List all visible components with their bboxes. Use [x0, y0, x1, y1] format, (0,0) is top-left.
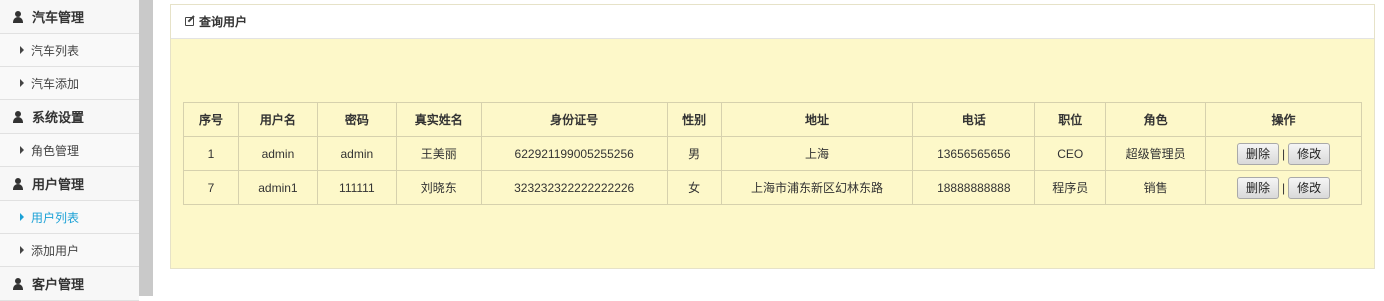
cell-username: admin	[237, 136, 318, 171]
sidebar-section-user-management[interactable]: 用户管理	[0, 167, 139, 201]
table-row: 7 admin1 111111 刘晓东 323232322222222226 女…	[183, 170, 1362, 205]
cell-role: 销售	[1105, 170, 1207, 205]
users-table: 序号 用户名 密码 真实姓名 身份证号 性别 地址 电话 职位 角色 操作 1 …	[183, 102, 1362, 205]
cell-password: admin	[316, 136, 397, 171]
cell-password: 111111	[316, 170, 397, 205]
action-separator: |	[1281, 180, 1286, 195]
cell-actions: 删除 | 修改	[1205, 136, 1362, 171]
cell-real-name: 王美丽	[395, 136, 482, 171]
user-icon	[12, 10, 24, 23]
sidebar: 汽车管理 汽车列表 汽车添加 系统设置 角色管理 用户管理 用户列表 添加用户 …	[0, 0, 139, 301]
column-header: 身份证号	[480, 102, 668, 137]
caret-right-icon	[20, 146, 24, 154]
sidebar-item-add-user[interactable]: 添加用户	[0, 234, 139, 267]
column-header: 性别	[666, 102, 722, 137]
sidebar-item-role-management[interactable]: 角色管理	[0, 134, 139, 167]
sidebar-section-label: 系统设置	[32, 110, 85, 125]
cell-username: admin1	[237, 170, 318, 205]
column-header: 密码	[316, 102, 397, 137]
sidebar-section-system-settings[interactable]: 系统设置	[0, 100, 139, 134]
column-header: 地址	[720, 102, 914, 137]
sidebar-item-label: 汽车添加	[31, 76, 80, 91]
panel-header: 查询用户	[171, 5, 1374, 39]
column-header: 真实姓名	[395, 102, 482, 137]
cell-id-number: 622921199005255256	[480, 136, 668, 171]
cell-id: 7	[183, 170, 239, 205]
edit-button[interactable]: 修改	[1288, 142, 1331, 165]
sidebar-section-label: 汽车管理	[32, 10, 85, 25]
cell-id: 1	[183, 136, 239, 171]
cell-actions: 删除 | 修改	[1205, 170, 1362, 205]
column-header: 电话	[912, 102, 1036, 137]
caret-right-icon	[20, 213, 24, 221]
column-header: 操作	[1205, 102, 1362, 137]
column-header: 序号	[183, 102, 239, 137]
cell-position: CEO	[1034, 136, 1107, 171]
cell-phone: 18888888888	[912, 170, 1036, 205]
edit-button[interactable]: 修改	[1288, 176, 1331, 199]
sidebar-section-label: 客户管理	[32, 277, 85, 292]
sidebar-item-label: 汽车列表	[31, 43, 80, 58]
sidebar-scrollbar[interactable]	[139, 0, 153, 296]
cell-position: 程序员	[1034, 170, 1107, 205]
delete-button[interactable]: 删除	[1236, 142, 1279, 165]
column-header: 职位	[1034, 102, 1107, 137]
caret-right-icon	[20, 46, 24, 54]
sidebar-item-label: 用户列表	[31, 210, 80, 225]
caret-right-icon	[20, 79, 24, 87]
delete-button[interactable]: 删除	[1236, 176, 1279, 199]
panel-title: 查询用户	[199, 15, 248, 29]
sidebar-item-car-add[interactable]: 汽车添加	[0, 67, 139, 100]
column-header: 角色	[1105, 102, 1207, 137]
action-separator: |	[1281, 146, 1286, 161]
cell-gender: 男	[666, 136, 722, 171]
sidebar-section-car-management[interactable]: 汽车管理	[0, 0, 139, 34]
table-row: 1 admin admin 王美丽 622921199005255256 男 上…	[183, 136, 1362, 171]
table-header-row: 序号 用户名 密码 真实姓名 身份证号 性别 地址 电话 职位 角色 操作	[183, 102, 1362, 137]
user-icon	[12, 177, 24, 190]
sidebar-item-label: 添加用户	[31, 243, 80, 258]
column-header: 用户名	[237, 102, 318, 137]
cell-address: 上海	[720, 136, 914, 171]
user-icon	[12, 110, 24, 123]
cell-real-name: 刘晓东	[395, 170, 482, 205]
cell-id-number: 323232322222222226	[480, 170, 668, 205]
query-users-panel: 查询用户 序号 用户名 密码 真实姓名 身份证号 性别 地址 电话 职位 角色 …	[170, 4, 1375, 269]
cell-role: 超级管理员	[1105, 136, 1207, 171]
cell-address: 上海市浦东新区幻林东路	[720, 170, 914, 205]
sidebar-section-label: 用户管理	[32, 177, 85, 192]
edit-icon	[185, 15, 196, 27]
sidebar-item-user-list[interactable]: 用户列表	[0, 201, 139, 234]
caret-right-icon	[20, 246, 24, 254]
cell-phone: 13656565656	[912, 136, 1036, 171]
user-icon	[12, 277, 24, 290]
sidebar-item-car-list[interactable]: 汽车列表	[0, 34, 139, 67]
sidebar-item-label: 角色管理	[31, 143, 80, 158]
cell-gender: 女	[666, 170, 722, 205]
